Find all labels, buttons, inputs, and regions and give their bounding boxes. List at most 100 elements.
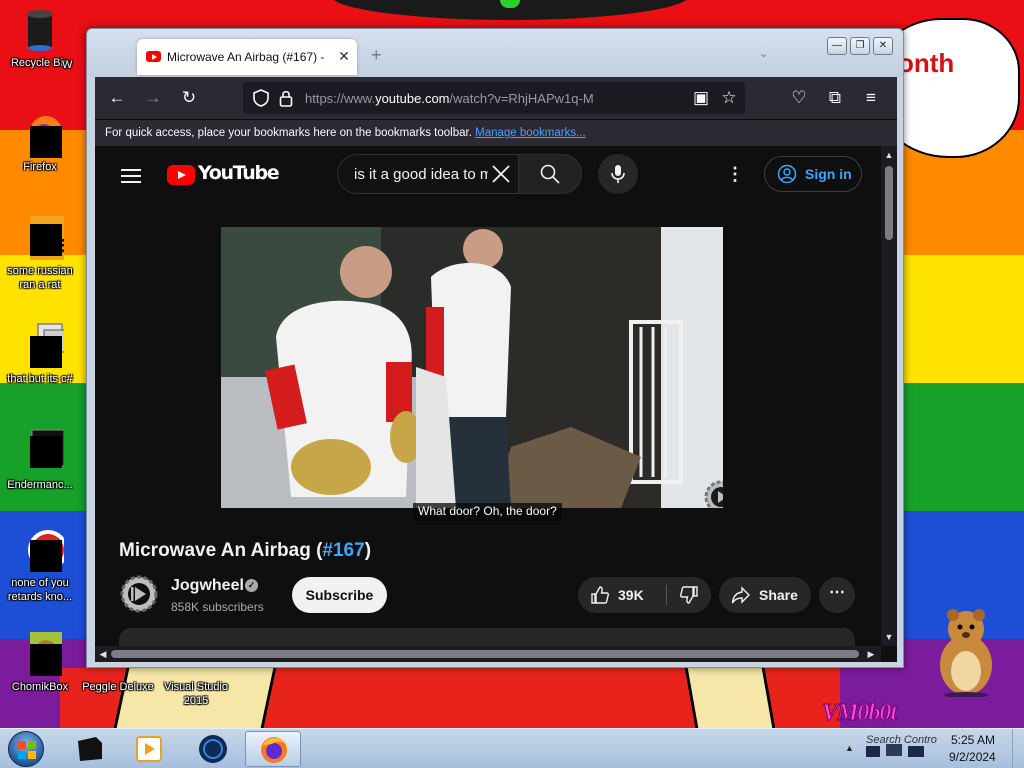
scroll-down-arrow-icon[interactable]: ▼ bbox=[881, 630, 897, 644]
like-button[interactable]: 39K bbox=[578, 577, 666, 613]
taskbar-app-firefox[interactable] bbox=[245, 731, 301, 767]
bookmark-star-icon[interactable]: ☆ bbox=[717, 86, 741, 110]
desktop-icon-label: Visual Studio 2015 bbox=[163, 681, 228, 707]
tray-search-text[interactable]: Search Contro bbox=[866, 734, 937, 746]
firefox-window: Microwave An Airbag (#167) - YouTube ✕ +… bbox=[86, 28, 904, 668]
navigation-toolbar: ← → ↻ https://www.youtube.com/watch?v=Rh… bbox=[95, 77, 897, 119]
close-tab-button[interactable]: ✕ bbox=[335, 47, 353, 65]
desktop-icon-label: ChomikBox bbox=[11, 681, 69, 693]
youtube-page: YouTube is it a good idea to microwave a… bbox=[95, 146, 881, 646]
taskbar-app-media-player[interactable] bbox=[120, 731, 176, 767]
channel-name[interactable]: Jogwheel bbox=[171, 577, 244, 595]
desktop-icon-that-but-its-csharp[interactable]: that but its c# bbox=[0, 322, 80, 386]
lock-icon[interactable] bbox=[279, 89, 293, 107]
taskbar-app-terminal[interactable] bbox=[60, 731, 116, 767]
horizontal-scrollbar[interactable]: ◀ ▶ bbox=[95, 646, 881, 662]
browser-content: ← → ↻ https://www.youtube.com/watch?v=Rh… bbox=[95, 77, 897, 662]
search-button[interactable] bbox=[518, 154, 582, 194]
horizontal-scroll-thumb[interactable] bbox=[111, 650, 859, 658]
reader-view-icon[interactable]: ▣ bbox=[689, 86, 713, 110]
video-title-end: ) bbox=[364, 540, 372, 561]
search-box[interactable]: is it a good idea to microwave an airbag bbox=[337, 154, 519, 194]
youtube-logo-icon[interactable] bbox=[167, 165, 195, 185]
vertical-scroll-thumb[interactable] bbox=[885, 166, 893, 240]
verified-badge-icon: ✓ bbox=[245, 579, 258, 592]
channel-watermark-icon[interactable] bbox=[703, 479, 723, 508]
show-desktop-button[interactable] bbox=[1012, 729, 1024, 768]
pocket-icon[interactable]: ♡ bbox=[787, 86, 811, 110]
thumbs-down-icon bbox=[680, 586, 698, 604]
like-dislike-group: 39K bbox=[578, 577, 711, 613]
bookmarks-toolbar: For quick access, place your bookmarks h… bbox=[95, 119, 897, 146]
subscribe-button[interactable]: Subscribe bbox=[292, 577, 387, 613]
url-bar[interactable]: https://www.youtube.com/watch?v=RhjHAPw1… bbox=[243, 82, 745, 114]
manage-bookmarks-link[interactable]: Manage bookmarks... bbox=[475, 127, 586, 139]
clock-date[interactable]: 9/2/2024 bbox=[949, 750, 996, 764]
url-path: /watch?v=RhjHAPw1q-M bbox=[449, 91, 594, 106]
desktop-icon-label: some russian ran a rat bbox=[7, 265, 73, 291]
scroll-right-arrow-icon[interactable]: ▶ bbox=[863, 647, 879, 661]
reload-button[interactable]: ↻ bbox=[177, 86, 201, 110]
black-box-icon bbox=[78, 737, 102, 761]
channel-avatar[interactable] bbox=[119, 574, 159, 614]
forward-button[interactable]: → bbox=[141, 86, 165, 110]
settings-menu-icon[interactable]: ⋮ bbox=[725, 164, 745, 184]
sign-in-button[interactable]: Sign in bbox=[764, 156, 862, 192]
scroll-left-arrow-icon[interactable]: ◀ bbox=[95, 647, 111, 661]
tab-title: Microwave An Airbag (#167) - YouTube bbox=[167, 50, 327, 64]
back-button[interactable]: ← bbox=[105, 86, 129, 110]
description-box[interactable] bbox=[119, 628, 855, 646]
search-input[interactable]: is it a good idea to microwave an airbag bbox=[354, 166, 488, 183]
desktop-icon-label: Firefox bbox=[23, 161, 57, 173]
sign-in-label: Sign in bbox=[805, 166, 852, 182]
like-count: 39K bbox=[618, 587, 644, 603]
extensions-icon[interactable]: ⧉ bbox=[823, 86, 847, 110]
desktop-icon-endermanch[interactable]: Endermanc... bbox=[0, 428, 80, 492]
share-label: Share bbox=[759, 587, 798, 603]
desktop-icon-label: that but its c# bbox=[7, 373, 73, 385]
tab-youtube[interactable]: Microwave An Airbag (#167) - YouTube ✕ bbox=[137, 39, 357, 75]
hashtag-link[interactable]: #167 bbox=[322, 540, 364, 561]
tab-strip: Microwave An Airbag (#167) - YouTube ✕ +… bbox=[87, 29, 903, 77]
desktop-icon-label: Peggle Deluxe bbox=[82, 681, 154, 693]
start-button[interactable] bbox=[8, 731, 44, 767]
recycle-bin-icon bbox=[16, 6, 64, 54]
app-menu-icon[interactable]: ≡ bbox=[859, 86, 883, 110]
desktop-icon-chomikbox[interactable]: ChomikBox bbox=[0, 630, 80, 694]
hamburger-menu-icon[interactable] bbox=[121, 169, 141, 183]
watermark: VM0b0t bbox=[821, 700, 897, 727]
desktop-icon-label: Endermanc... bbox=[7, 479, 73, 491]
window-stack-icon bbox=[16, 322, 69, 370]
shield-icon[interactable] bbox=[253, 89, 269, 107]
youtube-favicon-icon bbox=[146, 51, 161, 62]
chomikbox-icon bbox=[16, 630, 64, 678]
video-player[interactable] bbox=[221, 227, 723, 508]
speech-bubble-text: onth bbox=[898, 48, 955, 78]
clear-search-icon[interactable] bbox=[490, 163, 512, 185]
youtube-logo-text[interactable]: YouTube bbox=[198, 162, 280, 184]
minimize-button[interactable]: — bbox=[827, 37, 847, 55]
desktop-icon-none-of-you[interactable]: none of you retards kno... bbox=[0, 526, 80, 604]
new-tab-button[interactable]: + bbox=[371, 45, 382, 66]
dislike-button[interactable] bbox=[667, 577, 711, 613]
media-player-icon bbox=[136, 736, 162, 762]
clock-time[interactable]: 5:25 AM bbox=[951, 733, 995, 747]
globe-icon bbox=[199, 735, 227, 763]
desktop-icon-firefox[interactable]: Firefox bbox=[0, 110, 80, 174]
url-prefix: https://www. bbox=[305, 91, 376, 106]
voice-search-button[interactable] bbox=[598, 154, 638, 194]
show-hidden-icons-button[interactable]: ▲ bbox=[845, 743, 854, 753]
taskbar: ▲ Search Contro 5:25 AM 9/2/2024 bbox=[0, 728, 1024, 768]
file-icon: e bbox=[16, 214, 70, 262]
taskbar-app-globe[interactable] bbox=[184, 731, 240, 767]
desktop-icon-some-russian[interactable]: e some russian ran a rat bbox=[0, 214, 80, 292]
vertical-scrollbar[interactable]: ▲ ▼ bbox=[881, 146, 897, 646]
url-text[interactable]: https://www.youtube.com/watch?v=RhjHAPw1… bbox=[305, 91, 594, 106]
close-window-button[interactable]: ✕ bbox=[873, 37, 893, 55]
more-actions-button[interactable]: ⋯ bbox=[819, 577, 855, 613]
list-all-tabs-button[interactable]: ⌄ bbox=[759, 47, 768, 60]
share-button[interactable]: Share bbox=[719, 577, 811, 613]
microphone-icon bbox=[611, 165, 625, 183]
maximize-button[interactable]: ❐ bbox=[850, 37, 870, 55]
scroll-up-arrow-icon[interactable]: ▲ bbox=[881, 148, 897, 162]
